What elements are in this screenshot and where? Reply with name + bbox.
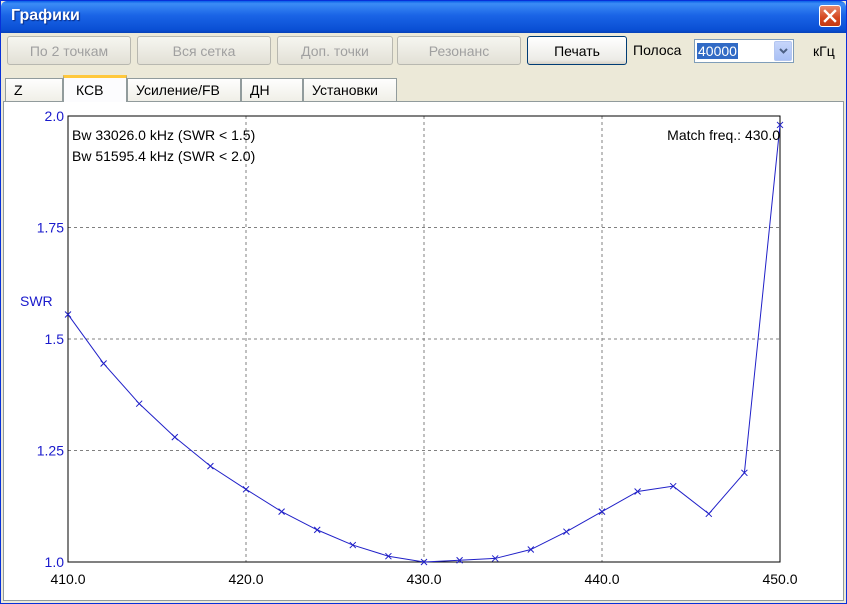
band-value[interactable]: 40000 [697,43,738,59]
x-tick-label: 420.0 [228,571,263,587]
window-title: Графики [11,7,80,24]
tab-pattern[interactable]: ДН [241,78,303,101]
two-points-button[interactable]: По 2 точкам [7,36,131,65]
band-unit-label: кГц [813,43,835,59]
tab-bar: Z КСВ Усиление/FB ДН Установки [1,75,846,102]
swr-data-point [207,462,214,470]
swr-data-point [349,541,357,549]
tab-gain-fb[interactable]: Усиление/FB [127,78,241,101]
swr-data-point [563,528,570,536]
y-axis-label: SWR [20,293,53,309]
extra-points-button[interactable]: Доп. точки [277,36,393,65]
swr-data-point [100,360,107,367]
x-tick-label: 410.0 [50,571,85,587]
tab-z[interactable]: Z [5,78,63,101]
y-tick-label: 1.25 [37,443,64,459]
swr-chart: 410.0 420.0 430.0 440.0 450.0 1.0 1.25 1.5 1.75 2… [20,108,798,587]
x-tick-label: 450.0 [762,571,797,587]
swr-data-point [171,433,179,441]
tab-settings[interactable]: Установки [303,78,397,101]
swr-data-point [242,485,250,493]
tab-swr[interactable]: КСВ [63,75,127,102]
band-select[interactable]: 40000 [694,39,794,63]
match-frequency-label: Match freq.: 430.0 [667,127,780,143]
resonance-button[interactable]: Резонанс [397,36,521,65]
toolbar: По 2 точкам Вся сетка Доп. точки Резонан… [1,33,846,71]
x-tick-label: 440.0 [584,571,619,587]
x-tick-label: 430.0 [406,571,441,587]
swr-data-point [313,526,321,534]
swr-data-point [527,546,535,553]
band-label: Полоса [633,42,682,58]
all-grid-button[interactable]: Вся сетка [137,36,271,65]
bandwidth-swr20-label: Bw 51595.4 kHz (SWR < 2.0) [72,148,255,164]
y-tick-label: 1.0 [45,554,65,570]
close-button[interactable] [819,5,841,27]
swr-data-point [278,508,285,515]
close-icon [823,9,837,23]
title-bar[interactable]: Графики [1,1,846,33]
chevron-down-icon [778,48,788,54]
bandwidth-swr15-label: Bw 33026.0 kHz (SWR < 1.5) [72,127,255,143]
swr-data-point [135,400,143,408]
print-button[interactable]: Печать [527,36,627,65]
swr-data-point [705,510,713,518]
y-tick-label: 1.75 [37,220,64,236]
y-tick-label: 2.0 [45,108,65,124]
chart-panel: 410.0 420.0 430.0 440.0 450.0 1.0 1.25 1.5 1.75 2… [3,101,844,601]
graphs-window: Графики По 2 точкам Вся сетка Доп. точки… [0,0,847,604]
band-dropdown-button[interactable] [774,41,792,61]
y-tick-label: 1.5 [45,331,65,347]
